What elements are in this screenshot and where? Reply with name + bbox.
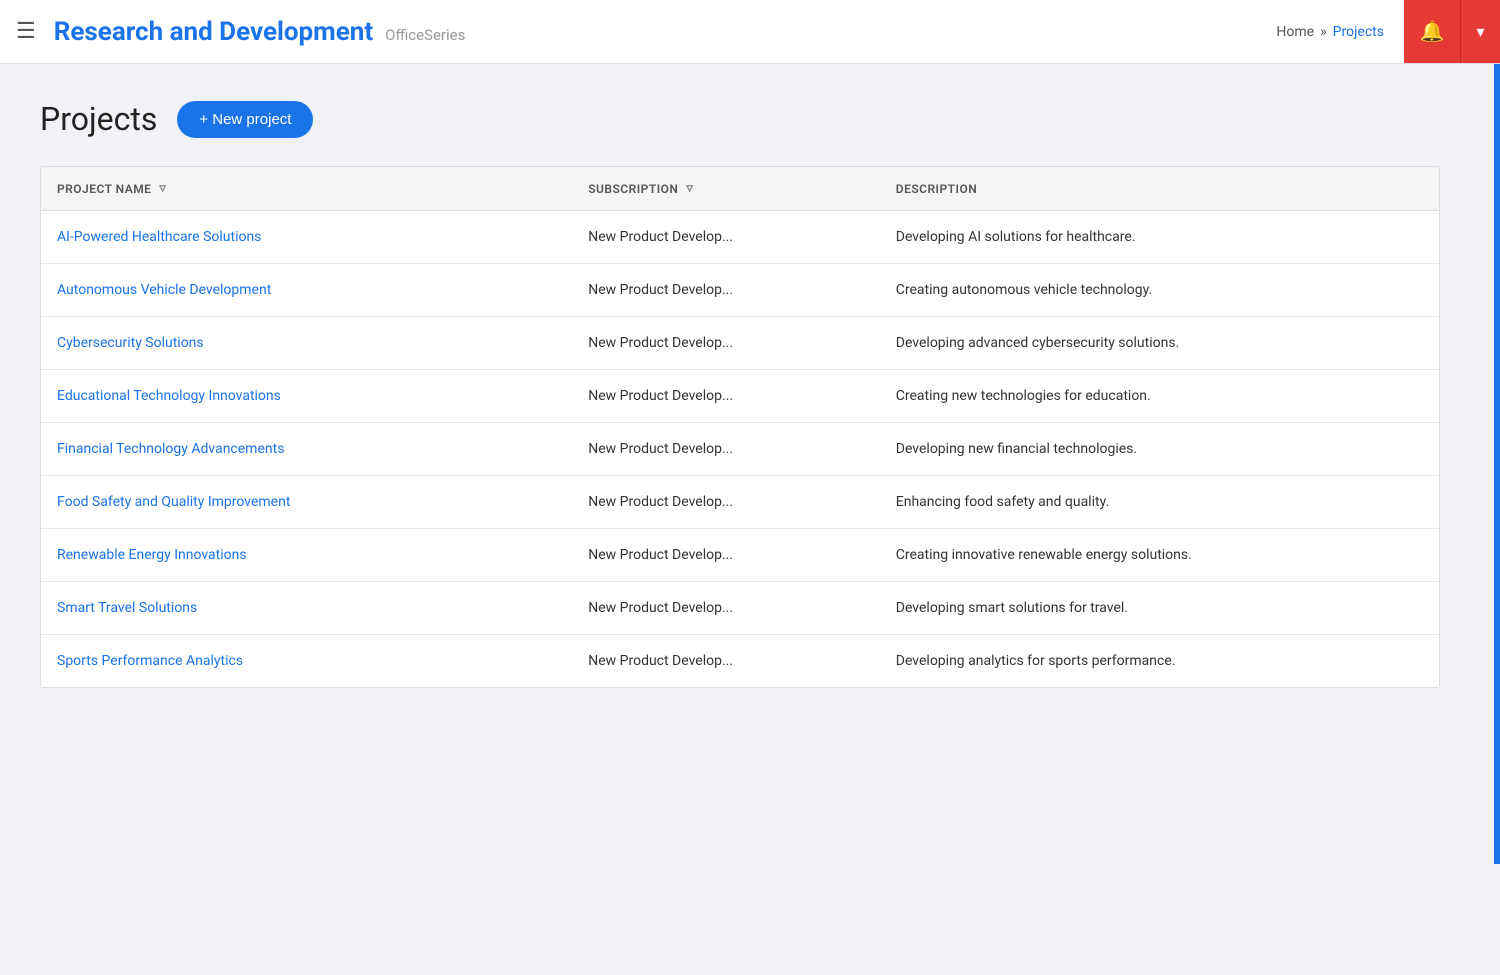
description-cell: Developing analytics for sports performa… <box>880 635 1439 688</box>
filter-icon-name[interactable]: ▿ <box>159 181 166 196</box>
table-row: Smart Travel Solutions New Product Develo… <box>41 582 1439 635</box>
breadcrumb-separator: » <box>1320 24 1327 40</box>
subscription-cell: New Product Develop... <box>572 423 880 476</box>
page-content: Projects + New project PROJECT NAME ▿ SU… <box>0 64 1500 728</box>
project-name-link[interactable]: Financial Technology Advancements <box>57 441 284 457</box>
description-cell: Creating innovative renewable energy sol… <box>880 529 1439 582</box>
project-name-cell: AI-Powered Healthcare Solutions <box>41 211 572 264</box>
breadcrumb: Home » Projects <box>1276 24 1404 40</box>
project-name-link[interactable]: Smart Travel Solutions <box>57 600 197 616</box>
description-cell: Developing smart solutions for travel. <box>880 582 1439 635</box>
breadcrumb-home[interactable]: Home <box>1276 24 1314 40</box>
subscription-cell: New Product Develop... <box>572 476 880 529</box>
new-project-button[interactable]: + New project <box>177 101 313 138</box>
filter-icon-subscription[interactable]: ▿ <box>686 181 693 196</box>
subscription-cell: New Product Develop... <box>572 370 880 423</box>
subscription-cell: New Product Develop... <box>572 582 880 635</box>
app-title: Research and Development <box>54 17 373 47</box>
col-header-description: DESCRIPTION <box>880 167 1439 211</box>
app-subtitle: OfficeSeries <box>385 26 465 44</box>
header-title-group: Research and Development OfficeSeries <box>54 17 466 47</box>
header: ☰ Research and Development OfficeSeries … <box>0 0 1500 64</box>
table-row: Cybersecurity Solutions New Product Devel… <box>41 317 1439 370</box>
bell-icon: 🔔 <box>1420 19 1445 44</box>
page-title: Projects <box>40 100 157 138</box>
project-name-link[interactable]: Autonomous Vehicle Development <box>57 282 271 298</box>
description-cell: Developing new financial technologies. <box>880 423 1439 476</box>
projects-table-container: PROJECT NAME ▿ SUBSCRIPTION ▿ DESCRIPTIO… <box>40 166 1440 688</box>
project-name-link[interactable]: Sports Performance Analytics <box>57 653 243 669</box>
description-cell: Creating autonomous vehicle technology. <box>880 264 1439 317</box>
project-name-cell: Smart Travel Solutions <box>41 582 572 635</box>
col-header-subscription[interactable]: SUBSCRIPTION ▿ <box>572 167 880 211</box>
header-dropdown-button[interactable]: ▾ <box>1460 0 1500 63</box>
description-cell: Creating new technologies for education. <box>880 370 1439 423</box>
table-row: Sports Performance Analytics New Product … <box>41 635 1439 688</box>
table-row: Renewable Energy Innovations New Product … <box>41 529 1439 582</box>
project-name-cell: Autonomous Vehicle Development <box>41 264 572 317</box>
table-header: PROJECT NAME ▿ SUBSCRIPTION ▿ DESCRIPTIO… <box>41 167 1439 211</box>
header-actions: 🔔 ▾ <box>1404 0 1500 63</box>
project-name-link[interactable]: Educational Technology Innovations <box>57 388 281 404</box>
project-name-link[interactable]: AI-Powered Healthcare Solutions <box>57 229 261 245</box>
page-heading-row: Projects + New project <box>40 100 1460 138</box>
project-name-cell: Sports Performance Analytics <box>41 635 572 688</box>
breadcrumb-current: Projects <box>1333 24 1384 40</box>
project-name-link[interactable]: Food Safety and Quality Improvement <box>57 494 290 510</box>
project-name-cell: Financial Technology Advancements <box>41 423 572 476</box>
dropdown-chevron-icon: ▾ <box>1476 22 1484 42</box>
col-header-name[interactable]: PROJECT NAME ▿ <box>41 167 572 211</box>
project-name-link[interactable]: Cybersecurity Solutions <box>57 335 204 351</box>
table-row: AI-Powered Healthcare Solutions New Produ… <box>41 211 1439 264</box>
project-name-link[interactable]: Renewable Energy Innovations <box>57 547 247 563</box>
table-row: Food Safety and Quality Improvement New P… <box>41 476 1439 529</box>
subscription-cell: New Product Develop... <box>572 635 880 688</box>
project-name-cell: Food Safety and Quality Improvement <box>41 476 572 529</box>
hamburger-menu-icon[interactable]: ☰ <box>16 21 36 43</box>
subscription-cell: New Product Develop... <box>572 211 880 264</box>
project-name-cell: Educational Technology Innovations <box>41 370 572 423</box>
subscription-cell: New Product Develop... <box>572 317 880 370</box>
project-name-cell: Cybersecurity Solutions <box>41 317 572 370</box>
subscription-cell: New Product Develop... <box>572 529 880 582</box>
table-body: AI-Powered Healthcare Solutions New Produ… <box>41 211 1439 688</box>
description-cell: Developing AI solutions for healthcare. <box>880 211 1439 264</box>
description-cell: Developing advanced cybersecurity soluti… <box>880 317 1439 370</box>
notification-bell-button[interactable]: 🔔 <box>1404 0 1460 63</box>
table-row: Educational Technology Innovations New Pr… <box>41 370 1439 423</box>
table-row: Financial Technology Advancements New Pro… <box>41 423 1439 476</box>
project-name-cell: Renewable Energy Innovations <box>41 529 572 582</box>
description-cell: Enhancing food safety and quality. <box>880 476 1439 529</box>
table-row: Autonomous Vehicle Development New Produc… <box>41 264 1439 317</box>
projects-table: PROJECT NAME ▿ SUBSCRIPTION ▿ DESCRIPTIO… <box>41 167 1439 687</box>
subscription-cell: New Product Develop... <box>572 264 880 317</box>
